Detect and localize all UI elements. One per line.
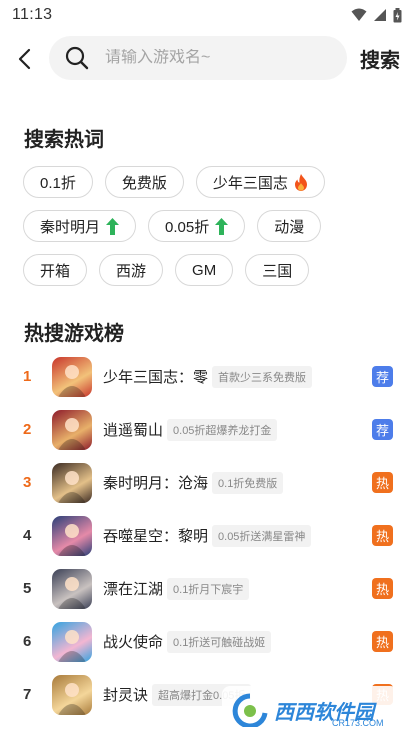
hot-word-chip[interactable]: 三国 (245, 254, 310, 286)
hot-word-label: 开箱 (40, 262, 71, 280)
game-icon[interactable] (52, 462, 92, 503)
rank-list-item[interactable]: 2 逍遥蜀山 0.05折超爆养龙打金 荐 (0, 403, 416, 456)
game-tag: 首款少三系免费版 (212, 365, 313, 388)
hot-word-chip[interactable]: 西游 (99, 254, 164, 286)
battery-icon (393, 7, 402, 22)
rank-badge: 热 (372, 578, 393, 599)
hot-word-label: 少年三国志 (212, 174, 288, 192)
game-tag: 0.1折免费版 (212, 471, 284, 494)
hot-word-chip[interactable]: 0.05折 (148, 210, 246, 242)
hot-word-label: 西游 (116, 262, 147, 280)
hot-list: 1 少年三国志：零 首款少三系免费版荐 2 逍遥蜀山 0.05折超爆养龙打金荐 3 秦时明月：… (0, 350, 416, 721)
rank-number: 4 (23, 527, 32, 544)
wifi-icon (351, 8, 367, 21)
rank-badge: 热 (372, 472, 393, 493)
back-button[interactable] (2, 30, 48, 88)
game-name[interactable]: 少年三国志：零 (103, 366, 208, 387)
hot-word-label: 0.1折 (40, 174, 76, 192)
rank-number: 3 (23, 474, 32, 491)
logo-icon (232, 693, 268, 727)
game-name[interactable]: 封灵诀 (103, 684, 148, 705)
chip-row: 0.1折 免费版 少年三国志 (23, 166, 403, 198)
game-tag: 0.05折送满星雷神 (212, 524, 312, 547)
up-arrow-icon (215, 217, 229, 235)
hot-words-title: 搜索热词 (24, 129, 104, 151)
hot-word-chip[interactable]: 免费版 (104, 166, 184, 198)
game-name[interactable]: 漂在江湖 (103, 578, 163, 599)
hot-word-chip[interactable]: GM (175, 254, 234, 286)
rank-number: 6 (23, 633, 32, 650)
game-icon[interactable] (52, 568, 92, 609)
status-bar: 11:13 (0, 0, 416, 30)
search-icon (65, 46, 89, 70)
watermark-sub: CR173.COM (332, 718, 384, 728)
rank-number: 2 (23, 421, 32, 438)
rank-number: 5 (23, 580, 32, 597)
status-time: 11:13 (12, 6, 53, 23)
rank-list-item[interactable]: 5 漂在江湖 0.1折月下宸宇 热 (0, 562, 416, 615)
hot-word-chip[interactable]: 少年三国志 (195, 166, 325, 198)
hot-word-label: 秦时明月 (40, 218, 101, 236)
game-icon[interactable] (52, 356, 92, 397)
hot-word-chip[interactable]: 0.1折 (23, 166, 93, 198)
rank-number: 1 (23, 368, 32, 385)
rank-badge: 热 (372, 525, 393, 546)
game-tag: 0.1折送可触碰战姬 (167, 630, 272, 653)
hot-word-chip[interactable]: 秦时明月 (23, 210, 137, 242)
game-name[interactable]: 吞噬星空：黎明 (103, 525, 208, 546)
up-arrow-icon (106, 217, 120, 235)
hot-word-label: GM (192, 261, 217, 279)
game-name[interactable]: 逍遥蜀山 (103, 419, 163, 440)
chip-row: 秦时明月 0.05折 动漫 (23, 210, 403, 242)
chip-row: 开箱 西游 GM 三国 (23, 254, 403, 286)
hot-word-chip[interactable]: 开箱 (23, 254, 88, 286)
rank-badge: 热 (372, 631, 393, 652)
search-header: 搜索 (0, 30, 416, 88)
game-icon[interactable] (52, 674, 92, 715)
rank-list-item[interactable]: 3 秦时明月：沧海 0.1折免费版 热 (0, 456, 416, 509)
game-icon[interactable] (52, 621, 92, 662)
hot-word-label: 动漫 (274, 218, 305, 236)
rank-badge: 荐 (372, 419, 393, 440)
game-tag: 0.05折超爆养龙打金 (167, 418, 278, 441)
hot-word-label: 免费版 (121, 174, 167, 192)
search-box[interactable] (49, 36, 347, 80)
status-icons (351, 7, 402, 23)
rank-number: 7 (23, 686, 32, 703)
watermark-logo: 西西软件园 CR173.COM (222, 686, 398, 734)
signal-icon (374, 9, 386, 21)
fire-icon (294, 173, 308, 191)
hot-word-label: 三国 (262, 262, 293, 280)
hot-word-chip[interactable]: 动漫 (257, 210, 322, 242)
rank-list-item[interactable]: 4 吞噬星空：黎明 0.05折送满星雷神 热 (0, 509, 416, 562)
hot-words-chips: 0.1折 免费版 少年三国志秦时明月 0.05折 动漫开箱 西游 GM 三国 (23, 166, 403, 298)
hot-list-title: 热搜游戏榜 (24, 323, 124, 345)
chevron-left-icon (18, 48, 31, 70)
game-icon[interactable] (52, 409, 92, 450)
game-name[interactable]: 秦时明月：沧海 (103, 472, 208, 493)
game-tag: 0.1折月下宸宇 (167, 577, 250, 600)
rank-list-item[interactable]: 1 少年三国志：零 首款少三系免费版 荐 (0, 350, 416, 403)
rank-list-item[interactable]: 6 战火使命 0.1折送可触碰战姬 热 (0, 615, 416, 668)
hot-word-label: 0.05折 (165, 218, 210, 236)
rank-badge: 荐 (372, 366, 393, 387)
game-name[interactable]: 战火使命 (103, 631, 163, 652)
search-input[interactable] (105, 49, 325, 67)
search-button[interactable]: 搜索 (360, 44, 400, 73)
game-icon[interactable] (52, 515, 92, 556)
